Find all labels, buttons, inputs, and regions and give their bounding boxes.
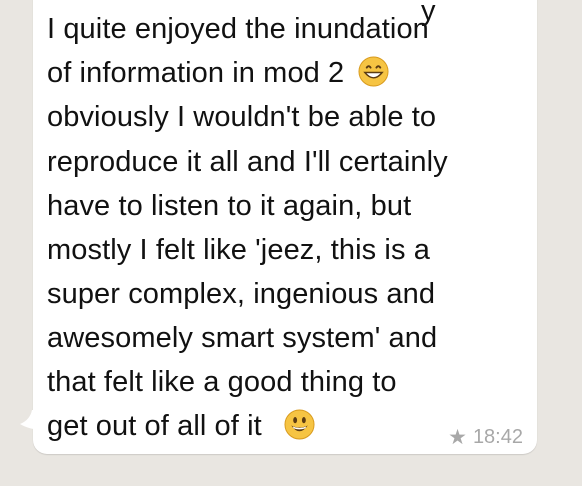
star-icon: ★ — [448, 426, 467, 449]
grinning-face-icon — [358, 56, 389, 87]
message-line-2: of information in mod 2 — [47, 56, 389, 90]
message-line-5: have to listen to it again, but — [47, 190, 412, 222]
message-line-10: get out of all of it — [47, 409, 315, 443]
clipped-previous-line: y — [421, 0, 436, 27]
message-line-10-text: get out of all of it — [47, 410, 262, 442]
message-line-8: awesomely smart system' and — [47, 322, 438, 354]
message-line-3: obviously I wouldn't be able to — [47, 101, 437, 133]
message-line-6: mostly I felt like 'jeez, this is a — [47, 234, 430, 266]
smiling-face-icon — [284, 409, 315, 440]
message-line-7: super complex, ingenious and — [47, 278, 436, 310]
message-meta: ★ 18:42 — [448, 425, 523, 450]
message-time: 18:42 — [472, 426, 523, 448]
bubble-tail — [20, 410, 44, 430]
message-line-1: I quite enjoyed the inundation — [47, 13, 429, 45]
message-line-4: reproduce it all and I'll certainly — [47, 146, 448, 178]
message-line-2-text: of information in mod 2 — [47, 57, 345, 89]
message-line-9: that felt like a good thing to — [47, 366, 397, 398]
